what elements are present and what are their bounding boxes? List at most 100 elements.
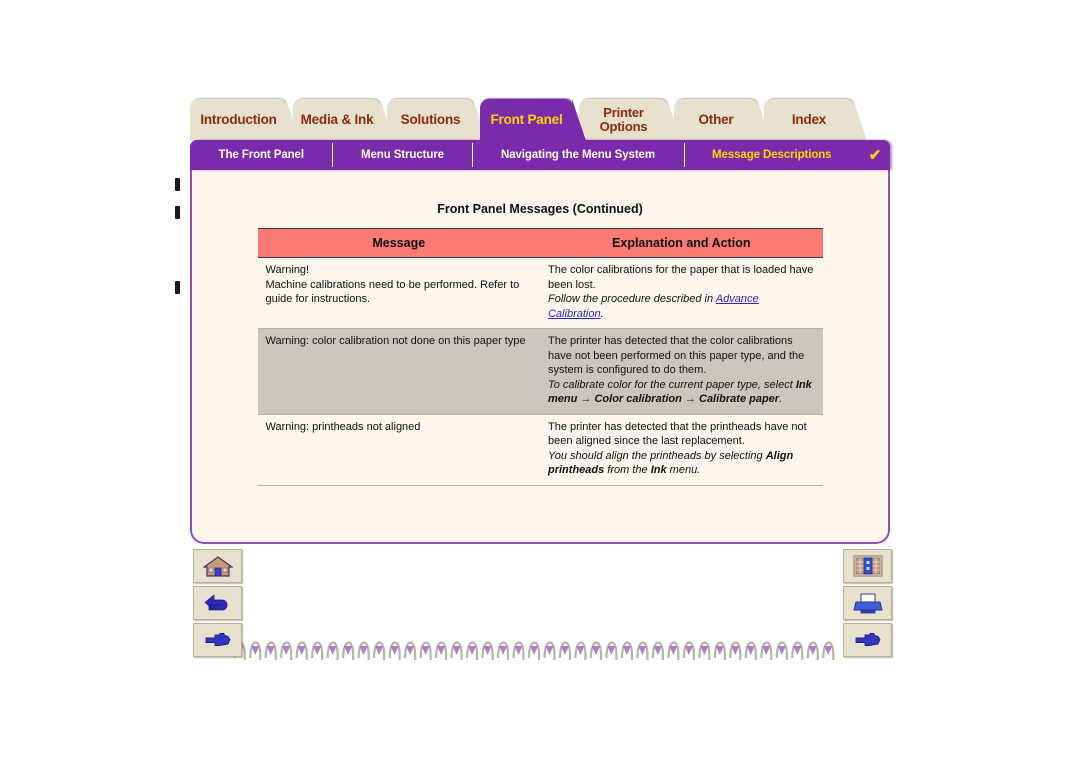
spiral-shadow — [808, 646, 817, 655]
cell-explanation: The printer has detected that the color … — [540, 328, 823, 415]
tab-label: Printer Options — [599, 105, 648, 134]
tab-introduction[interactable]: Introduction — [190, 99, 300, 141]
spiral-shadow — [437, 646, 446, 655]
bookshelf-button[interactable] — [843, 549, 892, 583]
table-row: Warning: color calibration not done on t… — [257, 328, 823, 415]
explanation-text: The printer has detected that the color … — [548, 335, 805, 377]
tab-label: Media & Ink — [300, 111, 374, 127]
action-post: menu. — [666, 464, 701, 477]
cell-message: Warning! Machine calibrations need to be … — [257, 257, 540, 330]
spiral-shadow — [251, 646, 260, 655]
subnav-item-message-descriptions[interactable]: Message Descriptions — [683, 140, 861, 170]
subnav-label: The Front Panel — [218, 149, 305, 161]
tab-media-ink[interactable]: Media & Ink — [293, 99, 394, 141]
home-button[interactable] — [193, 549, 242, 583]
page-title: Front Panel Messages (Continued) — [437, 202, 643, 216]
spiral-shadow — [824, 646, 833, 655]
tab-front-panel[interactable]: Front Panel — [480, 99, 586, 141]
spiral-shadow — [653, 646, 662, 655]
spiral-shadow — [406, 646, 415, 655]
spiral-shadow — [669, 646, 678, 655]
action-pre: You should align the printheads by selec… — [548, 449, 766, 462]
main-tab-bar: Introduction Media & Ink Solutions Front… — [190, 99, 900, 144]
message-text-1: Warning! Machine calibrations need to be … — [265, 264, 520, 306]
spiral-shadow — [591, 646, 600, 655]
spiral-shadow — [468, 646, 477, 655]
spiral-shadow — [560, 646, 569, 655]
spiral-shadow — [266, 646, 275, 655]
menu-ink: Ink — [650, 464, 667, 477]
hand-point-icon — [855, 633, 880, 646]
subnav-item-the-front-panel[interactable]: The Front Panel — [190, 140, 332, 170]
explanation-text: The color calibrations for the paper tha… — [548, 264, 814, 291]
spiral-shadow — [638, 646, 647, 655]
action-post: . — [779, 393, 783, 406]
spiral-shadow — [684, 646, 693, 655]
explanation-action: Follow the procedure described in Advanc… — [548, 293, 759, 320]
tab-label: Index — [791, 111, 827, 127]
arrow-glyph: → — [681, 393, 699, 406]
tab-printer-options[interactable]: Printer Options — [579, 99, 681, 141]
arrow-glyph: → — [577, 393, 595, 406]
print-button[interactable] — [843, 586, 892, 620]
message-text-3: Warning: printheads not aligned — [265, 420, 421, 433]
tab-index[interactable]: Index — [764, 99, 867, 141]
back-button[interactable] — [193, 586, 242, 620]
message-text-2: Warning: color calibration not done on t… — [265, 335, 526, 348]
column-header-message: Message — [257, 228, 540, 258]
subnav-label: Menu Structure — [361, 149, 444, 161]
cell-explanation: The color calibrations for the paper tha… — [540, 257, 823, 330]
spiral-shadow — [622, 646, 631, 655]
cell-explanation: The printer has detected that the printh… — [540, 414, 823, 486]
document-viewer: Introduction Media & Ink Solutions Front… — [0, 0, 1080, 763]
spiral-shadow — [746, 646, 755, 655]
subnav-item-menu-structure[interactable]: Menu Structure — [332, 140, 472, 170]
content-page: Front Panel Messages (Continued) Message… — [190, 169, 890, 544]
spiral-shadow — [700, 646, 709, 655]
back-arrow-icon — [204, 594, 227, 611]
action-pre: Follow the procedure described in — [548, 293, 716, 306]
action-pre: To calibrate color for the current paper… — [548, 378, 796, 391]
spiral-shadow — [762, 646, 771, 655]
next-button[interactable] — [193, 623, 242, 657]
spiral-shadow — [607, 646, 616, 655]
tab-solutions[interactable]: Solutions — [387, 99, 487, 141]
tab-label: Solutions — [400, 111, 461, 127]
table-header-row: Message Explanation and Action — [257, 228, 823, 258]
action-post: . — [600, 307, 604, 320]
spiral-shadow — [576, 646, 585, 655]
spiral-binding — [233, 641, 835, 660]
spiral-shadow — [344, 646, 353, 655]
cell-message: Warning: color calibration not done on t… — [257, 328, 540, 415]
column-header-explanation: Explanation and Action — [540, 228, 823, 258]
table-row: Warning: printheads not aligned The prin… — [257, 414, 823, 486]
spiral-shadow — [390, 646, 399, 655]
home-icon — [202, 556, 233, 577]
spiral-shadow — [499, 646, 508, 655]
tab-label: Introduction — [200, 111, 277, 127]
change-bar — [175, 178, 180, 191]
bookshelf-icon — [853, 555, 882, 577]
spiral-shadow — [545, 646, 554, 655]
explanation-text: The printer has detected that the printh… — [548, 420, 807, 448]
spiral-shadow — [530, 646, 538, 655]
tab-other[interactable]: Other — [674, 99, 771, 141]
spiral-shadow — [328, 646, 337, 655]
spiral-shadow — [715, 646, 724, 655]
spiral-shadow — [777, 646, 786, 655]
forward-button[interactable] — [843, 623, 892, 657]
checkmark-icon: ✔ — [868, 147, 882, 164]
hand-point-icon — [205, 633, 230, 646]
subnav-item-navigating-the-menu-system[interactable]: Navigating the Menu System — [472, 140, 683, 170]
cell-message: Warning: printheads not aligned — [257, 414, 540, 486]
spiral-shadow — [793, 646, 802, 655]
menu-color-calibration: Color calibration — [594, 393, 682, 406]
spiral-shadow — [514, 646, 523, 655]
spiral-shadow — [359, 646, 368, 655]
spiral-shadow — [313, 646, 322, 655]
spiral-shadow — [483, 646, 492, 655]
spiral-shadow — [731, 646, 740, 655]
spiral-shadow — [297, 646, 306, 655]
spiral-shadow — [282, 646, 291, 655]
spiral-shadow — [452, 646, 461, 655]
